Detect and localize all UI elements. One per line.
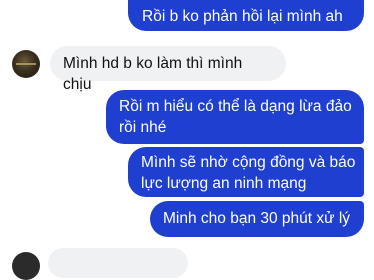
message-text: Mình hd b ko làm thì mình chịu bbox=[63, 55, 243, 93]
message-text-line: Rồi m hiểu có thể là dạng lừa đảo bbox=[119, 98, 352, 115]
message-bubble-outgoing[interactable]: Rồi b ko phản hồi lại mình ah ? bbox=[128, 0, 364, 46]
message-text-line: Mình sẽ nhờ cộng đồng và báo bbox=[141, 154, 356, 171]
message-text: Minh cho bạn 30 phút xử lý bbox=[163, 210, 351, 227]
message-bubble-outgoing[interactable]: Rồi m hiểu có thể là dạng lừa đảo rồi nh… bbox=[106, 90, 364, 144]
contact-avatar[interactable] bbox=[12, 50, 40, 78]
message-bubble-outgoing[interactable]: Minh cho bạn 30 phút xử lý bbox=[150, 201, 364, 237]
message-text-line: rồi nhé bbox=[119, 119, 167, 136]
message-text: Rồi b ko phản hồi lại mình ah ? bbox=[142, 8, 343, 46]
message-bubble-outgoing[interactable]: Mình sẽ nhờ cộng đồng và báo lực lượng a… bbox=[128, 147, 364, 197]
contact-avatar[interactable] bbox=[12, 252, 40, 280]
message-text-line: lực lượng an ninh mạng bbox=[141, 175, 307, 192]
message-bubble-incoming[interactable]: Mình hd b ko làm thì mình chịu bbox=[50, 46, 286, 93]
message-bubble-incoming[interactable] bbox=[48, 248, 188, 278]
